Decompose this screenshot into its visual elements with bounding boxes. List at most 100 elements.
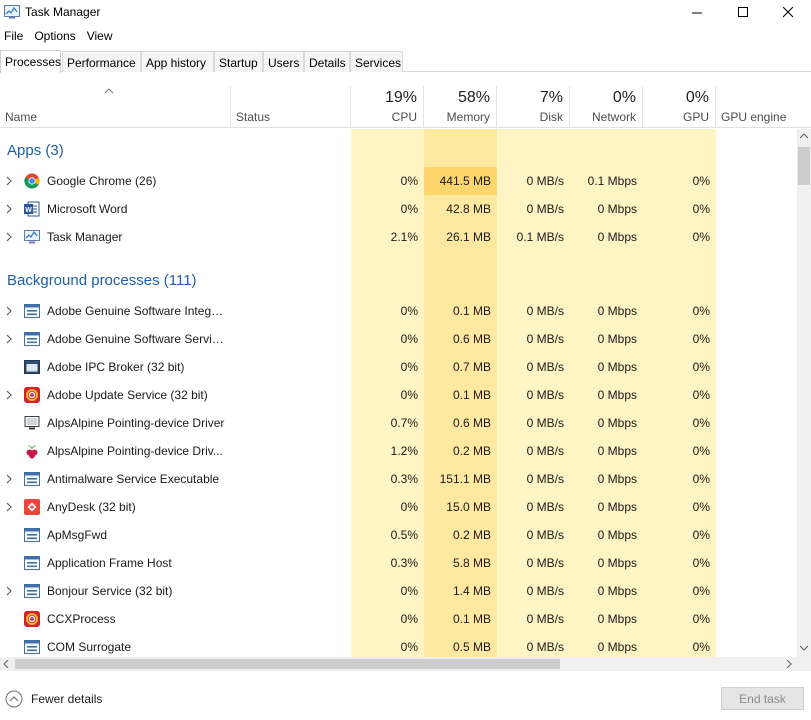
header-cpu[interactable]: 19% CPU <box>351 86 424 128</box>
process-row[interactable]: Application Frame Host 0.3% 5.8 MB 0 MB/s 0 … <box>0 549 797 577</box>
header-gpu-pct: 0% <box>685 89 709 106</box>
vertical-scroll-thumb[interactable] <box>798 147 810 185</box>
disk-value: 0 MB/s <box>526 202 564 216</box>
vertical-scrollbar[interactable] <box>797 129 811 657</box>
chevron-up-circle-icon <box>5 690 23 708</box>
process-row[interactable]: AnyDesk (32 bit) 0% 15.0 MB 0 MB/s 0 Mbps 0% <box>0 493 797 521</box>
network-value: 0 Mbps <box>597 416 637 430</box>
end-task-button[interactable]: End task <box>721 687 804 710</box>
service-icon <box>24 640 40 654</box>
menu-file[interactable]: File <box>0 27 30 47</box>
cpu-value: 0.7% <box>390 416 418 430</box>
header-status[interactable]: Status <box>231 86 351 128</box>
svg-text:W: W <box>25 207 32 214</box>
header-memory-pct: 58% <box>457 89 490 106</box>
header-gpu[interactable]: 0% GPU <box>643 86 716 128</box>
process-row[interactable]: W Microsoft Word 0% 42.8 MB 0 MB/s 0 Mbps 0% <box>0 195 797 223</box>
gpu-value: 0% <box>692 360 710 374</box>
memory-value: 5.8 MB <box>452 556 491 570</box>
minimize-button[interactable] <box>674 0 720 24</box>
network-value: 0 Mbps <box>597 202 637 216</box>
network-value: 0 Mbps <box>597 556 637 570</box>
menu-options[interactable]: Options <box>30 27 82 47</box>
memory-value: 0.6 MB <box>452 416 491 430</box>
process-row[interactable]: Task Manager 2.1% 26.1 MB 0.1 MB/s 0 Mbps 0% <box>0 223 797 251</box>
cpu-value: 0% <box>400 500 418 514</box>
app-window-icon <box>24 360 40 374</box>
process-name: CCXProcess <box>47 612 116 626</box>
scroll-right-icon[interactable] <box>786 660 792 668</box>
close-button[interactable] <box>765 0 811 24</box>
cpu-value: 0% <box>400 612 418 626</box>
header-name-label: Name <box>5 110 38 124</box>
chevron-right-icon[interactable] <box>5 473 13 485</box>
process-row[interactable]: CCXProcess 0% 0.1 MB 0 MB/s 0 Mbps 0% <box>0 605 797 633</box>
gpu-value: 0% <box>692 500 710 514</box>
maximize-button[interactable] <box>720 0 766 24</box>
chevron-right-icon[interactable] <box>5 175 13 187</box>
chevron-right-icon[interactable] <box>5 203 13 215</box>
header-gpu-engine[interactable]: GPU engine <box>716 86 797 128</box>
horizontal-scroll-thumb[interactable] <box>15 659 560 669</box>
fewer-details-toggle[interactable]: Fewer details <box>5 689 102 709</box>
chevron-right-icon[interactable] <box>5 389 13 401</box>
tab-services[interactable]: Services <box>350 51 403 72</box>
process-row[interactable]: COM Surrogate 0% 0.5 MB 0 MB/s 0 Mbps 0% <box>0 633 797 657</box>
network-value: 0 Mbps <box>597 500 637 514</box>
chevron-right-icon[interactable] <box>5 305 13 317</box>
process-row[interactable]: Adobe IPC Broker (32 bit) 0% 0.7 MB 0 MB/s 0… <box>0 353 797 381</box>
disk-value: 0 MB/s <box>526 556 564 570</box>
network-value: 0 Mbps <box>597 360 637 374</box>
header-memory[interactable]: 58% Memory <box>424 86 497 128</box>
process-row[interactable]: Adobe Update Service (32 bit) 0% 0.1 MB 0 M… <box>0 381 797 409</box>
cpu-value: 0.3% <box>390 472 418 486</box>
tab-performance[interactable]: Performance <box>62 51 141 72</box>
process-row[interactable]: Adobe Genuine Software Servic... 0% 0.6 MB… <box>0 325 797 353</box>
process-name: Application Frame Host <box>47 556 172 570</box>
scrollbar-corner <box>797 657 811 671</box>
process-row[interactable]: ApMsgFwd 0.5% 0.2 MB 0 MB/s 0 Mbps 0% <box>0 521 797 549</box>
chevron-right-icon[interactable] <box>5 231 13 243</box>
disk-value: 0 MB/s <box>526 500 564 514</box>
chevron-right-icon[interactable] <box>5 585 13 597</box>
disk-value: 0 MB/s <box>526 584 564 598</box>
process-row[interactable]: AlpsAlpine Pointing-device Driv... 1.2% 0.… <box>0 437 797 465</box>
memory-value: 0.1 MB <box>452 388 491 402</box>
header-disk[interactable]: 7% Disk <box>497 86 570 128</box>
process-row[interactable]: Bonjour Service (32 bit) 0% 1.4 MB 0 MB/s 0 … <box>0 577 797 605</box>
tab-bar: Processes Performance App history Startu… <box>0 50 811 73</box>
menu-bar: File Options View <box>0 27 120 47</box>
process-row[interactable]: Antimalware Service Executable 0.3% 151.1 … <box>0 465 797 493</box>
fewer-details-label: Fewer details <box>31 692 103 706</box>
process-name: Adobe IPC Broker (32 bit) <box>47 360 185 374</box>
gpu-value: 0% <box>692 584 710 598</box>
gpu-value: 0% <box>692 444 710 458</box>
tab-app-history[interactable]: App history <box>141 51 214 72</box>
process-row[interactable]: Adobe Genuine Software Integri... 0% 0.1 M… <box>0 297 797 325</box>
gpu-value: 0% <box>692 640 710 654</box>
horizontal-scrollbar[interactable] <box>0 657 797 671</box>
process-row[interactable]: AlpsAlpine Pointing-device Driver 0.7% 0.6… <box>0 409 797 437</box>
cpu-value: 2.1% <box>390 230 418 244</box>
header-gpu-label: GPU <box>682 110 709 124</box>
cpu-value: 0% <box>400 360 418 374</box>
chevron-right-icon[interactable] <box>5 501 13 513</box>
process-row[interactable]: Google Chrome (26) 0% 441.5 MB 0 MB/s 0.1 Mb… <box>0 167 797 195</box>
chevron-right-icon[interactable] <box>5 333 13 345</box>
disk-value: 0 MB/s <box>526 640 564 654</box>
cpu-value: 0% <box>400 304 418 318</box>
cpu-value: 0% <box>400 640 418 654</box>
header-name[interactable]: Name <box>0 86 231 128</box>
scroll-up-icon[interactable] <box>800 133 808 139</box>
process-name: AlpsAlpine Pointing-device Driv... <box>47 444 223 458</box>
header-network[interactable]: 0% Network <box>570 86 643 128</box>
tab-processes[interactable]: Processes <box>0 50 61 73</box>
menu-view[interactable]: View <box>83 27 120 47</box>
scroll-left-icon[interactable] <box>3 660 9 668</box>
scroll-down-icon[interactable] <box>800 645 808 651</box>
tab-startup[interactable]: Startup <box>214 51 263 72</box>
tab-users[interactable]: Users <box>263 51 304 72</box>
service-icon <box>24 528 40 542</box>
column-header: Name Status 19% CPU 58% Memory 7% Disk 0… <box>0 86 811 128</box>
tab-details[interactable]: Details <box>304 51 350 72</box>
